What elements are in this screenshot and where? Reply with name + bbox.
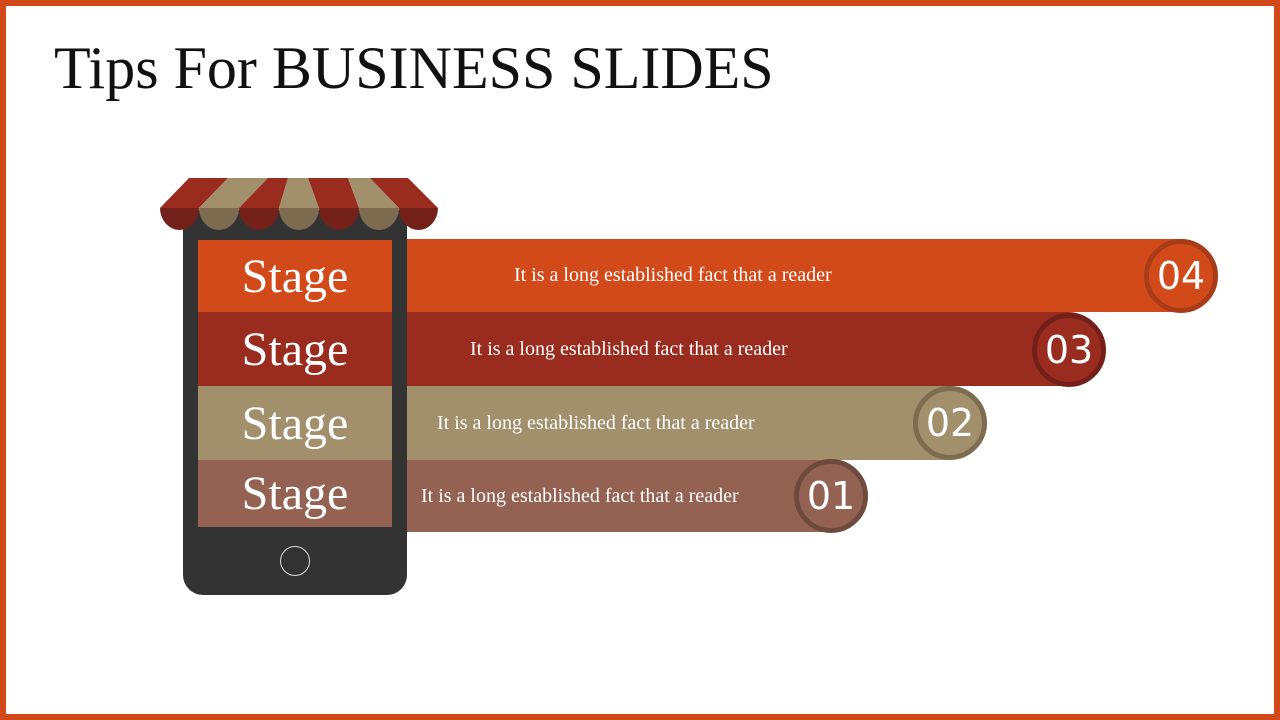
stage-number-01: 01 <box>794 459 868 533</box>
stage-text: It is a long established fact that a rea… <box>514 264 832 286</box>
home-button-icon <box>280 546 310 576</box>
stage-text: It is a long established fact that a rea… <box>421 484 739 507</box>
stage-number-02: 02 <box>913 386 987 460</box>
slide-title: Tips For BUSINESS SLIDES <box>54 35 774 101</box>
shop-awning-icon <box>160 178 438 230</box>
stage-bar-02: It is a long established fact that a rea… <box>400 386 986 460</box>
stage-number-03: 03 <box>1032 313 1106 387</box>
stage-bar-04: It is a long established fact that a rea… <box>400 239 1217 312</box>
stage-number-04: 04 <box>1144 239 1218 313</box>
stage-text: It is a long established fact that a rea… <box>437 411 755 434</box>
stage-panel-4: Stage <box>198 240 392 312</box>
stage-panel-1: Stage <box>198 460 392 527</box>
stage-text: It is a long established fact that a rea… <box>470 337 788 360</box>
stage-panel-2: Stage <box>198 386 392 460</box>
stage-bar-03: It is a long established fact that a rea… <box>400 312 1105 386</box>
stage-panel-3: Stage <box>198 312 392 386</box>
